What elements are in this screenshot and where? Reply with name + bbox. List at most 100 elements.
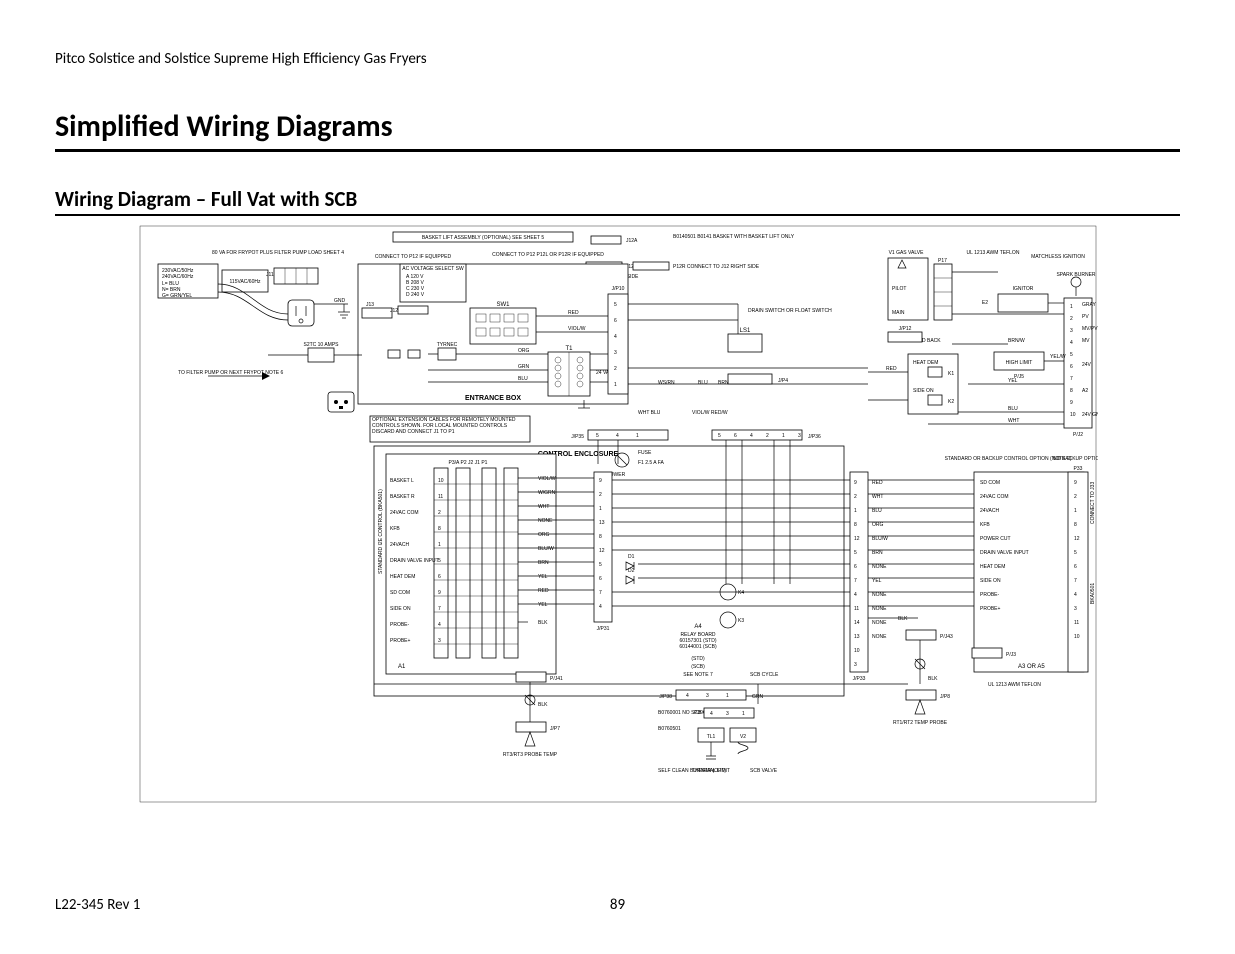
svg-text:SW1: SW1 bbox=[496, 302, 510, 308]
svg-text:12: 12 bbox=[854, 536, 860, 542]
svg-text:5: 5 bbox=[599, 562, 602, 568]
svg-text:J/P10: J/P10 bbox=[611, 286, 624, 292]
svg-text:SD COM: SD COM bbox=[980, 480, 1000, 486]
svg-text:BLU: BLU bbox=[518, 376, 528, 382]
svg-text:ORG: ORG bbox=[518, 348, 530, 354]
svg-text:J/P36: J/P36 bbox=[808, 434, 821, 440]
svg-text:BASKET R: BASKET R bbox=[390, 494, 415, 500]
svg-text:B0760501: B0760501 bbox=[658, 726, 681, 732]
svg-text:J/P38: J/P38 bbox=[659, 694, 672, 700]
svg-text:A4: A4 bbox=[694, 624, 702, 630]
svg-text:T1: T1 bbox=[565, 346, 573, 352]
svg-text:NONE: NONE bbox=[872, 592, 887, 598]
svg-text:BASKET L: BASKET L bbox=[390, 478, 414, 484]
svg-text:SCB CYCLE: SCB CYCLE bbox=[750, 672, 779, 678]
svg-text:HEAT DEM: HEAT DEM bbox=[980, 564, 1005, 570]
svg-text:CONNECT TO J33: CONNECT TO J33 bbox=[1090, 482, 1096, 524]
svg-text:1: 1 bbox=[438, 542, 441, 548]
svg-text:WS/RN: WS/RN bbox=[658, 380, 675, 386]
svg-text:2: 2 bbox=[438, 510, 441, 516]
svg-text:AC VOLTAGE SELECT SW: AC VOLTAGE SELECT SW bbox=[402, 266, 464, 272]
svg-text:J/P7: J/P7 bbox=[550, 726, 560, 732]
svg-text:5: 5 bbox=[438, 558, 441, 564]
svg-text:NONE: NONE bbox=[872, 606, 887, 612]
svg-text:14: 14 bbox=[854, 620, 860, 626]
svg-text:5: 5 bbox=[614, 302, 617, 308]
svg-text:D 240 V: D 240 V bbox=[406, 292, 425, 298]
svg-text:A3 OR A5: A3 OR A5 bbox=[1018, 664, 1045, 670]
svg-text:MATCHLESS IGNITION: MATCHLESS IGNITION bbox=[1031, 254, 1085, 260]
svg-text:TL1: TL1 bbox=[706, 734, 715, 740]
svg-text:J/P31: J/P31 bbox=[596, 626, 609, 632]
svg-text:PROBE+: PROBE+ bbox=[390, 638, 411, 644]
svg-text:1: 1 bbox=[854, 508, 857, 514]
svg-text:W/GRN: W/GRN bbox=[538, 490, 556, 496]
svg-text:80 VA FOR FRYPOT PLUS FILTER P: 80 VA FOR FRYPOT PLUS FILTER PUMP LOAD S… bbox=[212, 250, 344, 256]
doc-id: L22-345 Rev 1 bbox=[55, 896, 140, 914]
svg-text:E2: E2 bbox=[981, 300, 987, 306]
svg-text:BLK: BLK bbox=[538, 620, 548, 626]
svg-text:NO BACKUP OPTION: NO BACKUP OPTION bbox=[1053, 456, 1098, 462]
svg-text:SCB VALVE: SCB VALVE bbox=[750, 768, 778, 774]
svg-text:HIGH LIMIT: HIGH LIMIT bbox=[1005, 360, 1032, 366]
svg-text:7: 7 bbox=[1074, 578, 1077, 584]
svg-text:YEL: YEL bbox=[538, 602, 548, 608]
svg-text:P17: P17 bbox=[938, 258, 947, 264]
svg-text:ENTRANCE BOX: ENTRANCE BOX bbox=[464, 395, 520, 402]
svg-text:WHT: WHT bbox=[538, 504, 549, 510]
svg-text:6: 6 bbox=[1070, 364, 1073, 370]
svg-text:4: 4 bbox=[599, 604, 602, 610]
svg-text:DRAIN SWITCH OR FLOAT SWITCH: DRAIN SWITCH OR FLOAT SWITCH bbox=[748, 308, 832, 314]
svg-text:(STD): (STD) bbox=[691, 656, 705, 662]
svg-text:J/P12: J/P12 bbox=[898, 326, 911, 332]
svg-text:SD COM: SD COM bbox=[390, 590, 410, 596]
svg-text:BKA0501: BKA0501 bbox=[1090, 583, 1096, 604]
svg-text:24V: 24V bbox=[1082, 362, 1092, 368]
svg-text:UL 1213 AWM TEFLON: UL 1213 AWM TEFLON bbox=[988, 682, 1041, 688]
svg-text:7: 7 bbox=[599, 590, 602, 596]
svg-text:V1 GAS VALVE: V1 GAS VALVE bbox=[888, 250, 923, 256]
svg-text:BLK: BLK bbox=[898, 616, 908, 622]
svg-text:MV/PV: MV/PV bbox=[1082, 326, 1098, 332]
svg-text:NONE: NONE bbox=[872, 634, 887, 640]
svg-text:BLU: BLU bbox=[872, 508, 882, 514]
svg-text:10: 10 bbox=[1070, 412, 1076, 418]
svg-text:2: 2 bbox=[766, 433, 769, 439]
svg-text:5: 5 bbox=[854, 550, 857, 556]
svg-text:DRAIN VALVE INPUT: DRAIN VALVE INPUT bbox=[390, 558, 439, 564]
svg-text:P/J43: P/J43 bbox=[940, 634, 953, 640]
svg-text:G= GRN/YEL: G= GRN/YEL bbox=[162, 293, 192, 299]
svg-text:1: 1 bbox=[1070, 304, 1073, 310]
svg-text:A2: A2 bbox=[1082, 388, 1088, 394]
wiring-diagram-svg: BASKET LIFT ASSEMBLY (OPTIONAL) SEE SHEE… bbox=[138, 224, 1098, 804]
svg-text:P3/A P2 J2 J1 P1: P3/A P2 J2 J1 P1 bbox=[448, 460, 487, 466]
svg-text:ORG: ORG bbox=[538, 532, 550, 538]
svg-text:9: 9 bbox=[1074, 480, 1077, 486]
wiring-diagram: BASKET LIFT ASSEMBLY (OPTIONAL) SEE SHEE… bbox=[138, 224, 1098, 804]
svg-text:4: 4 bbox=[686, 693, 689, 699]
svg-text:J12A: J12A bbox=[626, 238, 638, 244]
page-number: 89 bbox=[610, 896, 625, 914]
svg-text:BRN: BRN bbox=[538, 560, 549, 566]
svg-text:SIDE ON: SIDE ON bbox=[980, 578, 1001, 584]
svg-text:NONE: NONE bbox=[872, 620, 887, 626]
svg-text:YEL: YEL bbox=[1008, 378, 1018, 384]
svg-text:4: 4 bbox=[438, 622, 441, 628]
svg-text:BRN: BRN bbox=[872, 550, 883, 556]
svg-text:K3: K3 bbox=[738, 618, 744, 624]
svg-text:12: 12 bbox=[599, 548, 605, 554]
svg-text:RT3/RT3 PROBE TEMP: RT3/RT3 PROBE TEMP bbox=[502, 752, 557, 758]
svg-text:BLU: BLU bbox=[1008, 406, 1018, 412]
svg-text:SIDE ON: SIDE ON bbox=[913, 388, 934, 394]
svg-text:J11: J11 bbox=[266, 272, 274, 278]
svg-text:YEL: YEL bbox=[538, 574, 548, 580]
svg-text:IGNITOR: IGNITOR bbox=[1012, 286, 1033, 292]
svg-text:5: 5 bbox=[1070, 352, 1073, 358]
svg-text:P/J41: P/J41 bbox=[550, 676, 563, 682]
svg-text:BLU/W: BLU/W bbox=[538, 546, 554, 552]
svg-text:9: 9 bbox=[599, 478, 602, 484]
svg-text:5: 5 bbox=[596, 433, 599, 439]
svg-text:11: 11 bbox=[1074, 620, 1079, 626]
svg-text:WHT: WHT bbox=[872, 494, 883, 500]
svg-text:PILOT: PILOT bbox=[892, 286, 906, 292]
